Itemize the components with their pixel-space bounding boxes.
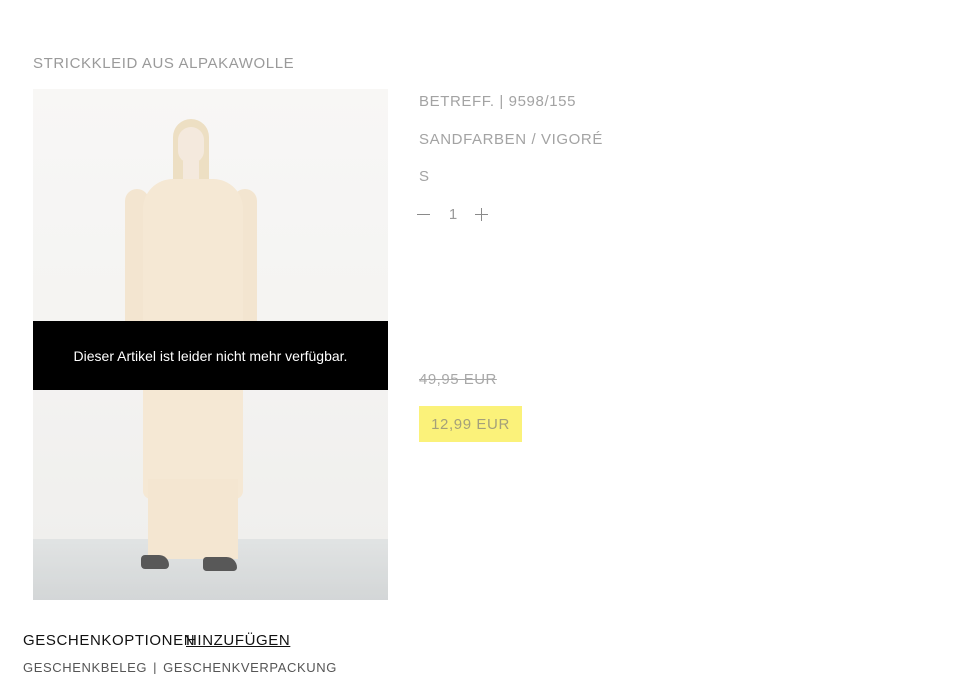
product-title: STRICKKLEID AUS ALPAKAWOLLE bbox=[33, 55, 295, 72]
gift-separator: | bbox=[153, 660, 158, 674]
product-page: STRICKKLEID AUS ALPAKAWOLLE Dieser Artik… bbox=[0, 0, 954, 674]
quantity-stepper: 1 bbox=[416, 203, 506, 225]
gift-wrapping-option: GESCHENKVERPACKUNG bbox=[163, 660, 337, 674]
product-reference: BETREFF. | 9598/155 bbox=[419, 93, 577, 110]
product-color: SANDFARBEN / VIGORÉ bbox=[419, 131, 603, 148]
gift-options-list: GESCHENKBELEG | GESCHENKVERPACKUNG bbox=[23, 660, 337, 674]
sale-price: 12,99 EUR bbox=[419, 406, 522, 442]
gift-options-label: GESCHENKOPTIONEN bbox=[23, 632, 196, 649]
product-image[interactable]: Dieser Artikel ist leider nicht mehr ver… bbox=[33, 89, 388, 600]
old-price: 49,95 EUR bbox=[419, 371, 497, 388]
plus-icon[interactable] bbox=[474, 206, 490, 222]
quantity-value: 1 bbox=[448, 205, 458, 223]
gift-receipt-option: GESCHENKBELEG bbox=[23, 660, 148, 674]
unavailable-banner: Dieser Artikel ist leider nicht mehr ver… bbox=[33, 321, 388, 390]
product-size: S bbox=[419, 168, 430, 185]
minus-icon[interactable] bbox=[416, 206, 432, 222]
gift-add-link[interactable]: HINZUFÜGEN bbox=[186, 632, 290, 649]
